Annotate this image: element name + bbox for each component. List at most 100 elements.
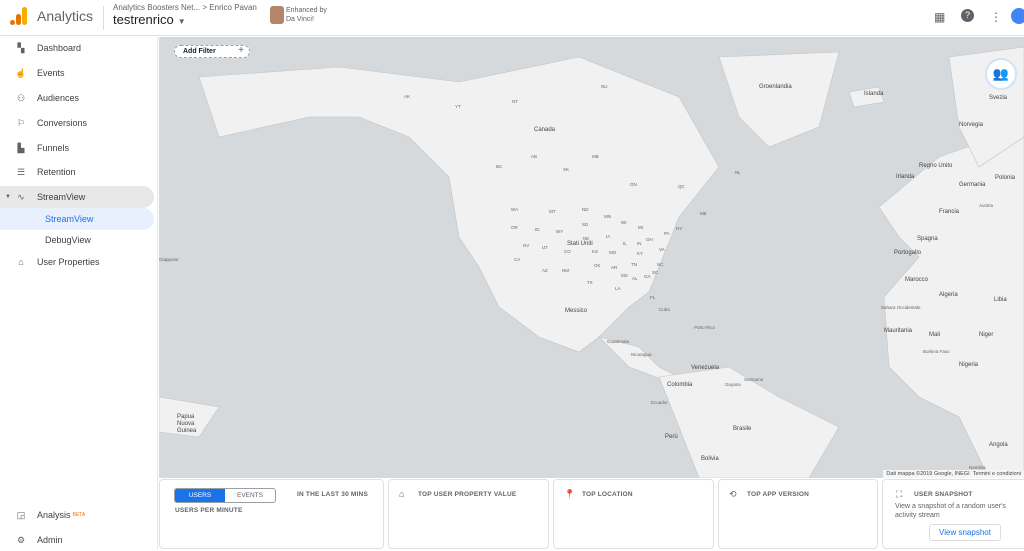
beta-badge: BETA bbox=[72, 512, 86, 518]
map-label: Ecuador bbox=[651, 400, 668, 405]
sidebar-item-retention[interactable]: ☰ Retention bbox=[0, 161, 154, 183]
map-label: Giappone bbox=[159, 257, 179, 262]
state-label: MN bbox=[604, 214, 611, 219]
state-label: MO bbox=[609, 250, 617, 255]
state-label: ON bbox=[630, 182, 637, 187]
attribution-text: Dati mappa ©2019 Google, INEGI bbox=[886, 471, 970, 477]
enhanced-line1: Enhanced by bbox=[286, 7, 327, 14]
user-properties-icon: ⌂ bbox=[18, 257, 24, 267]
north-america bbox=[198, 56, 720, 353]
map-label: Spagna bbox=[917, 236, 938, 242]
map-label: Porto Rico bbox=[694, 325, 716, 330]
map-label: Messico bbox=[565, 308, 588, 314]
sidebar-item-audiences[interactable]: ⚇ Audiences bbox=[0, 87, 154, 109]
map-label: Sahara Occidentale bbox=[881, 305, 921, 310]
sidebar-item-admin[interactable]: ⚙ Admin bbox=[0, 529, 154, 551]
state-label: PA bbox=[664, 231, 670, 236]
map-attribution: Dati mappa ©2019 Google, INEGI Termini e… bbox=[883, 470, 1024, 478]
breadcrumb-sep: > bbox=[202, 3, 208, 12]
nav-label: Events bbox=[37, 68, 65, 78]
state-label: MI bbox=[638, 225, 643, 230]
nav-label: Audiences bbox=[37, 93, 80, 103]
state-label: NE bbox=[583, 236, 590, 241]
timeframe-label: IN THE LAST 30 MINS bbox=[297, 491, 368, 498]
account-avatar[interactable] bbox=[1011, 8, 1024, 24]
state-label: OR bbox=[511, 225, 518, 230]
nav-label: Analysis bbox=[37, 510, 71, 520]
app-name: Analytics bbox=[37, 8, 94, 24]
more-vert-icon[interactable]: ⋮ bbox=[990, 10, 1002, 24]
state-label: NC bbox=[657, 262, 664, 267]
sidebar-item-events[interactable]: ☝ Events bbox=[0, 62, 154, 84]
property-selector[interactable]: testrenrico ▼ bbox=[113, 12, 186, 27]
users-events-toggle[interactable]: USERS EVENTS bbox=[174, 488, 276, 503]
sidebar-subitem-streamview[interactable]: StreamView bbox=[0, 208, 154, 230]
expand-arrow-icon: ▼ bbox=[5, 194, 11, 200]
state-label: NT bbox=[512, 99, 518, 104]
state-label: NL bbox=[735, 170, 741, 175]
state-label: ND bbox=[582, 207, 589, 212]
state-label: AZ bbox=[542, 268, 548, 273]
state-label: YT bbox=[455, 104, 461, 109]
sidebar-item-conversions[interactable]: ⚐ Conversions bbox=[0, 112, 154, 134]
top-header: Analytics Analytics Boosters Net... > En… bbox=[0, 0, 1024, 36]
sidebar-subitem-debugview[interactable]: DebugView bbox=[0, 229, 154, 251]
app-version-icon: ⟲ bbox=[729, 489, 737, 499]
account-name[interactable]: Analytics Boosters Net... bbox=[113, 3, 200, 12]
view-snapshot-button[interactable]: View snapshot bbox=[929, 524, 1001, 541]
iceland bbox=[848, 86, 885, 108]
terms-link[interactable]: Termini e condizioni bbox=[973, 471, 1021, 477]
map-label: Polonia bbox=[995, 175, 1016, 181]
funnel-icon: ▙ bbox=[17, 142, 25, 153]
map-label: Regno Unito bbox=[919, 163, 953, 169]
da-vinci-avatar-icon bbox=[270, 6, 284, 24]
help-icon[interactable]: ? bbox=[961, 9, 974, 22]
user-property-icon: ⌂ bbox=[399, 489, 405, 499]
greenland bbox=[718, 51, 840, 148]
map-label: Niger bbox=[979, 332, 994, 338]
users-per-minute-label: USERS PER MINUTE bbox=[175, 507, 243, 514]
state-label: LA bbox=[615, 286, 621, 291]
flag-icon: ⚐ bbox=[16, 117, 26, 128]
events-tab[interactable]: EVENTS bbox=[225, 489, 275, 502]
map-label: Papua Nuova Guinea bbox=[177, 414, 197, 434]
map-label: Perù bbox=[665, 434, 678, 440]
property-name: testrenrico bbox=[113, 12, 174, 27]
users-card: USERS EVENTS IN THE LAST 30 MINS USERS P… bbox=[159, 479, 384, 549]
users-tab[interactable]: USERS bbox=[175, 489, 225, 502]
enhanced-line2: Da Vinci! bbox=[286, 16, 314, 23]
enhanced-badge: Enhanced by Da Vinci! bbox=[286, 6, 327, 24]
sidebar-item-user-properties[interactable]: ⌂ User Properties bbox=[0, 251, 154, 273]
sidebar-item-streamview[interactable]: ▼ ∿ StreamView bbox=[0, 186, 154, 208]
state-label: SK bbox=[563, 167, 570, 172]
state-label: KS bbox=[592, 249, 599, 254]
sidebar: ▚ Dashboard ☝ Events ⚇ Audiences ⚐ Conversio… bbox=[0, 37, 158, 549]
card-title: TOP LOCATION bbox=[582, 491, 633, 498]
state-label: WY bbox=[556, 229, 564, 234]
sidebar-item-dashboard[interactable]: ▚ Dashboard bbox=[0, 37, 154, 59]
user-snapshot-card: ⛶ USER SNAPSHOT View a snapshot of a ran… bbox=[882, 479, 1024, 549]
breadcrumb[interactable]: Analytics Boosters Net... > Enrico Pavan bbox=[113, 3, 257, 12]
user-snapshot-icon: ⛶ bbox=[896, 489, 903, 499]
map-label: Stati Uniti bbox=[567, 241, 593, 247]
state-label: AB bbox=[531, 154, 538, 159]
map-label: Guyana bbox=[725, 382, 741, 387]
map-label: Angola bbox=[989, 442, 1008, 448]
world-map[interactable]: Add Filter + 👥 Canada Stati Uniti Messico… bbox=[159, 37, 1024, 478]
sidebar-item-funnels[interactable]: ▙ Funnels bbox=[0, 137, 154, 159]
sidebar-item-analysis[interactable]: ◲ Analysis BETA bbox=[0, 504, 154, 526]
nav-label: Funnels bbox=[37, 143, 70, 153]
map-label: Groenlandia bbox=[759, 84, 792, 90]
nav-label: StreamView bbox=[36, 192, 86, 202]
caret-down-icon: ▼ bbox=[177, 17, 186, 26]
audience-people-button[interactable]: 👥 bbox=[985, 58, 1017, 90]
audiences-icon: ⚇ bbox=[16, 92, 26, 103]
state-label: OK bbox=[594, 263, 601, 268]
state-label: AK bbox=[404, 94, 411, 99]
user-name[interactable]: Enrico Pavan bbox=[209, 3, 257, 12]
apps-grid-icon[interactable]: ▦ bbox=[934, 10, 945, 24]
state-label: BC bbox=[496, 164, 503, 169]
add-filter-button[interactable]: Add Filter + bbox=[174, 45, 250, 58]
map-label: Canada bbox=[534, 127, 556, 133]
map-label: Libia bbox=[994, 297, 1007, 303]
